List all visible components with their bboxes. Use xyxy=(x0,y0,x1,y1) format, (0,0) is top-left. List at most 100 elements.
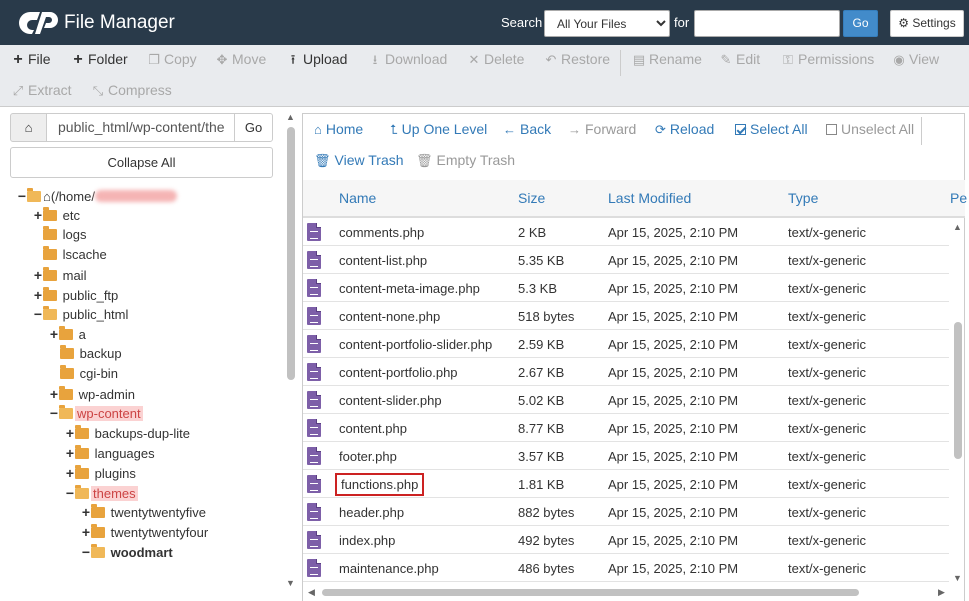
compress-icon: ⤡ xyxy=(92,83,104,98)
compress-button[interactable]: ⤡ Compress xyxy=(91,79,172,101)
restore-button[interactable]: ↶ Restore xyxy=(544,48,610,70)
file-row[interactable]: index.php 492 bytes Apr 15, 2025, 2:10 PM t… xyxy=(303,526,949,554)
delete-button[interactable]: ✕ Delete xyxy=(467,48,525,70)
nav-home-button[interactable]: ⌂ Home xyxy=(314,119,363,139)
tree-item-cgi-bin[interactable]: cgi-bin xyxy=(60,364,118,384)
view-trash-button[interactable]: 🗑 View Trash xyxy=(314,150,404,170)
new-folder-button[interactable]: + Folder xyxy=(71,48,127,70)
tree-item-plugins[interactable]: + plugins xyxy=(65,463,136,483)
file-name[interactable]: content-portfolio-slider.php xyxy=(339,337,492,352)
file-name[interactable]: content-meta-image.php xyxy=(339,281,480,296)
file-name[interactable]: header.php xyxy=(339,505,404,520)
file-row[interactable]: content-meta-image.php 5.3 KB Apr 15, 2025… xyxy=(303,274,949,302)
column-header-permissions[interactable]: Pe xyxy=(950,190,967,206)
file-row[interactable]: content.php 8.77 KB Apr 15, 2025, 2:10 PM t… xyxy=(303,414,949,442)
tree-label: wp-content xyxy=(75,406,143,421)
left-pane-scroll-thumb[interactable] xyxy=(287,127,295,380)
view-button[interactable]: ◉ View xyxy=(892,48,939,70)
file-row[interactable]: footer.php 3.57 KB Apr 15, 2025, 2:10 PM te… xyxy=(303,442,949,470)
select-all-button[interactable]: Select All xyxy=(735,119,808,139)
path-input[interactable]: public_html/wp-content/the xyxy=(46,113,235,142)
file-size: 8.77 KB xyxy=(518,421,565,436)
file-name[interactable]: functions.php xyxy=(334,473,425,496)
nav-forward-button[interactable]: → Forward xyxy=(568,119,636,139)
upload-button[interactable]: ⭱ Upload xyxy=(286,48,348,70)
unselect-all-button[interactable]: Unselect All xyxy=(826,119,914,139)
copy-button[interactable]: ❐ Copy xyxy=(147,48,197,70)
file-last-modified: Apr 15, 2025, 2:10 PM xyxy=(608,421,739,436)
expand-toggle-icon: + xyxy=(33,267,43,283)
permissions-button[interactable]: ⚿ Permissions xyxy=(781,48,874,70)
file-name[interactable]: content-none.php xyxy=(339,309,440,324)
path-go-button[interactable]: Go xyxy=(234,113,273,142)
new-file-button[interactable]: + File xyxy=(11,48,50,70)
scroll-right-arrow-icon[interactable]: ▶ xyxy=(938,587,945,597)
tree-label: public_ftp xyxy=(62,288,119,303)
tree-item-backup[interactable]: backup xyxy=(60,344,122,364)
file-name[interactable]: content.php xyxy=(339,421,407,436)
file-list-horizontal-scroll-thumb[interactable] xyxy=(322,589,859,596)
file-name[interactable]: content-portfolio.php xyxy=(339,365,458,380)
tree-item-wp-admin[interactable]: + wp-admin xyxy=(49,384,135,404)
file-row[interactable]: content-portfolio-slider.php 2.59 KB Apr 1… xyxy=(303,330,949,358)
column-header-last-modified[interactable]: Last Modified xyxy=(608,190,691,206)
file-row[interactable]: functions.php 1.81 KB Apr 15, 2025, 2:10 P… xyxy=(303,470,949,498)
download-button[interactable]: ⭳ Download xyxy=(368,48,448,70)
file-name[interactable]: index.php xyxy=(339,533,395,548)
tree-item-public-ftp[interactable]: + public_ftp xyxy=(33,285,118,305)
home-dir-button[interactable]: ⌂ xyxy=(10,113,47,142)
tree-item-twentytwentyfive[interactable]: + twentytwentyfive xyxy=(81,502,206,522)
tree-item-public-html[interactable]: − public_html xyxy=(33,304,128,324)
file-row[interactable]: maintenance.php 486 bytes Apr 15, 2025, 2:… xyxy=(303,554,949,582)
expand-toggle-icon: + xyxy=(33,207,43,223)
scroll-up-arrow-icon[interactable]: ▲ xyxy=(286,112,295,122)
empty-trash-button[interactable]: 🗑 Empty Trash xyxy=(416,150,515,170)
file-list-vertical-scroll-thumb[interactable] xyxy=(954,322,962,459)
column-header-size[interactable]: Size xyxy=(518,190,545,206)
tree-item-themes[interactable]: − themes xyxy=(65,483,138,503)
file-name[interactable]: footer.php xyxy=(339,449,397,464)
file-name[interactable]: content-list.php xyxy=(339,253,427,268)
scroll-down-arrow-icon[interactable]: ▼ xyxy=(953,573,962,583)
rename-button[interactable]: ▤ Rename xyxy=(632,48,702,70)
collapse-toggle-icon: − xyxy=(49,405,59,421)
edit-button[interactable]: ✎ Edit xyxy=(719,48,761,70)
tree-item-wp-content[interactable]: − wp-content xyxy=(49,403,143,423)
file-row[interactable]: content-none.php 518 bytes Apr 15, 2025, 2… xyxy=(303,302,949,330)
tree-item-mail[interactable]: + mail xyxy=(33,265,86,285)
tree-item-languages[interactable]: + languages xyxy=(65,443,155,463)
search-label: Search xyxy=(501,15,543,30)
search-scope-select[interactable]: All Your Files xyxy=(544,10,670,37)
scroll-down-arrow-icon[interactable]: ▼ xyxy=(286,578,295,588)
tree-item-etc[interactable]: + etc xyxy=(33,205,80,225)
settings-label: Settings xyxy=(912,16,956,30)
scroll-up-arrow-icon[interactable]: ▲ xyxy=(953,222,962,232)
tree-item-twentytwentyfour[interactable]: + twentytwentyfour xyxy=(81,522,208,542)
tree-item-logs[interactable]: logs xyxy=(43,225,86,245)
extract-button[interactable]: ⤢ Extract xyxy=(11,79,72,101)
search-input[interactable] xyxy=(694,10,840,37)
file-row[interactable]: header.php 882 bytes Apr 15, 2025, 2:10 PM… xyxy=(303,498,949,526)
file-name[interactable]: maintenance.php xyxy=(339,561,439,576)
collapse-all-button[interactable]: Collapse All xyxy=(10,147,273,178)
column-header-type[interactable]: Type xyxy=(788,190,818,206)
tree-item-root[interactable]: − ⌂(/home/ xyxy=(17,186,177,206)
file-name[interactable]: comments.php xyxy=(339,225,424,240)
file-row[interactable]: content-portfolio.php 2.67 KB Apr 15, 2025… xyxy=(303,358,949,386)
tree-item-woodmart[interactable]: − woodmart xyxy=(81,542,173,562)
file-name[interactable]: content-slider.php xyxy=(339,393,442,408)
file-row[interactable]: content-slider.php 5.02 KB Apr 15, 2025, 2… xyxy=(303,386,949,414)
tree-item-a[interactable]: + a xyxy=(49,324,86,344)
column-header-name[interactable]: Name xyxy=(339,190,376,206)
file-row[interactable]: comments.php 2 KB Apr 15, 2025, 2:10 PM tex… xyxy=(303,218,949,246)
nav-reload-button[interactable]: ⟳ Reload xyxy=(655,119,714,139)
settings-button[interactable]: ⚙ Settings xyxy=(890,10,964,37)
nav-up-one-level-button[interactable]: ⮤ Up One Level xyxy=(390,119,487,139)
nav-back-button[interactable]: ← Back xyxy=(503,119,551,139)
tree-item-lscache[interactable]: lscache xyxy=(43,245,107,265)
file-row[interactable]: content-list.php 5.35 KB Apr 15, 2025, 2:1… xyxy=(303,246,949,274)
search-go-button[interactable]: Go xyxy=(843,10,878,37)
scroll-left-arrow-icon[interactable]: ◀ xyxy=(308,587,315,597)
tree-item-backups-dup-lite[interactable]: + backups-dup-lite xyxy=(65,423,190,443)
move-button[interactable]: ✥ Move xyxy=(215,48,267,70)
